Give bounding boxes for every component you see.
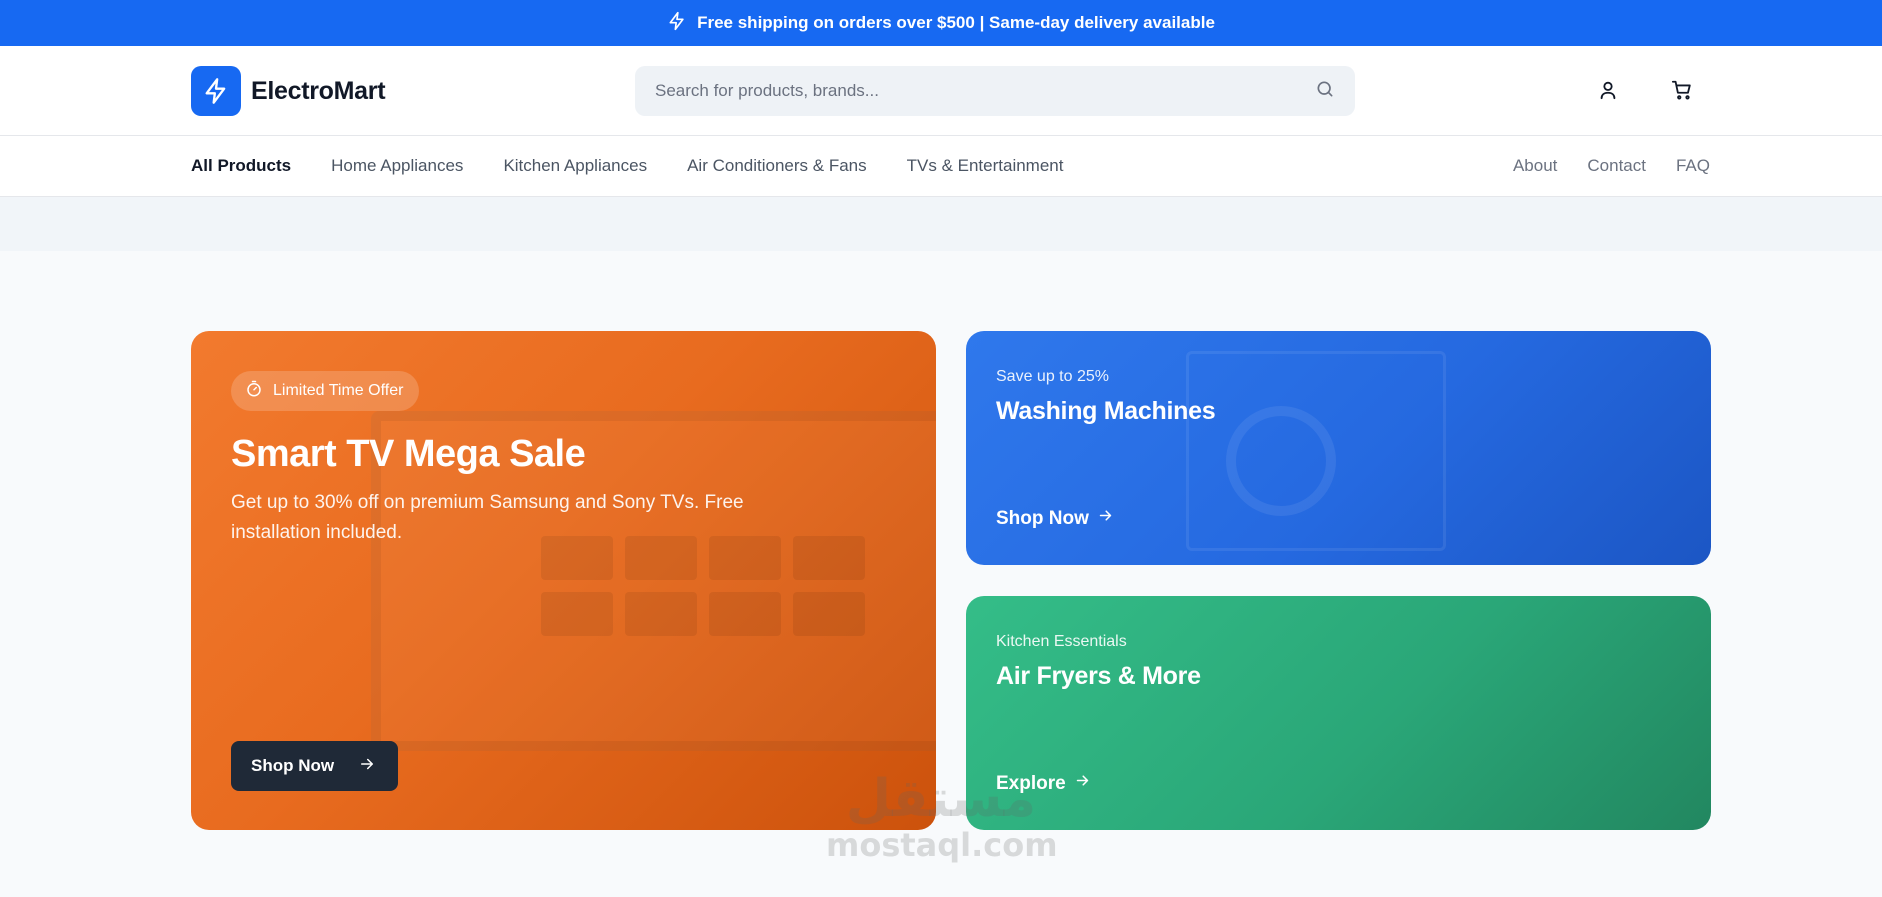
arrow-right-icon (358, 755, 376, 778)
mostaql-watermark: مستقل mostaql.com (826, 769, 1058, 864)
washing-eyebrow: Save up to 25% (996, 368, 1109, 385)
nav-kitchen-appliances[interactable]: Kitchen Appliances (503, 156, 647, 176)
brand-name: ElectroMart (251, 76, 386, 105)
badge-label: Limited Time Offer (273, 382, 404, 399)
air-fryers-card[interactable]: Kitchen Essentials Air Fryers & More Exp… (966, 596, 1711, 830)
washing-link-label: Shop Now (996, 507, 1089, 529)
search-icon[interactable] (1315, 79, 1335, 104)
nav-about[interactable]: About (1513, 156, 1557, 176)
timer-icon (245, 380, 263, 403)
tv-app-tiles (541, 536, 865, 636)
logo-lightning-icon (191, 66, 241, 116)
search-input[interactable] (655, 81, 1315, 101)
cart-icon[interactable] (1664, 72, 1700, 108)
nav-tvs-entertainment[interactable]: TVs & Entertainment (907, 156, 1064, 176)
search-bar (635, 66, 1355, 116)
category-nav: All Products Home Appliances Kitchen App… (0, 136, 1882, 197)
nav-all-products[interactable]: All Products (191, 156, 291, 176)
arrow-right-icon (1074, 772, 1091, 795)
user-icon[interactable] (1590, 72, 1626, 108)
limited-offer-badge: Limited Time Offer (231, 371, 420, 411)
watermark-latin: mostaql.com (826, 826, 1058, 864)
kitchen-title: Air Fryers & More (996, 662, 1201, 690)
brand-logo[interactable]: ElectroMart (191, 66, 386, 116)
site-header: ElectroMart (0, 46, 1882, 136)
promo-description: Get up to 30% off on premium Samsung and… (231, 492, 744, 543)
washing-machine-background-image (1186, 351, 1646, 565)
lightning-icon (667, 11, 687, 36)
nav-faq[interactable]: FAQ (1676, 156, 1710, 176)
washing-machines-card[interactable]: Save up to 25% Washing Machines Shop Now (966, 331, 1711, 565)
arrow-right-icon (1097, 507, 1114, 530)
shop-now-button[interactable]: Shop Now (231, 741, 399, 791)
smart-tv-promo-card[interactable]: Limited Time Offer Smart TV Mega Sale Ge… (191, 331, 936, 830)
nav-home-appliances[interactable]: Home Appliances (331, 156, 463, 176)
announcement-text: Free shipping on orders over $500 | Same… (697, 13, 1215, 32)
washing-title: Washing Machines (996, 397, 1216, 425)
washing-shop-now-link[interactable]: Shop Now (996, 507, 1114, 530)
section-divider (0, 197, 1882, 251)
nav-air-conditioners-fans[interactable]: Air Conditioners & Fans (687, 156, 867, 176)
announcement-bar: Free shipping on orders over $500 | Same… (0, 0, 1882, 46)
watermark-arabic: مستقل (845, 769, 1037, 829)
shop-now-label: Shop Now (251, 756, 335, 775)
promo-title: Smart TV Mega Sale (231, 433, 586, 475)
nav-contact[interactable]: Contact (1587, 156, 1646, 176)
header-actions (1590, 72, 1700, 108)
kitchen-eyebrow: Kitchen Essentials (996, 633, 1127, 650)
